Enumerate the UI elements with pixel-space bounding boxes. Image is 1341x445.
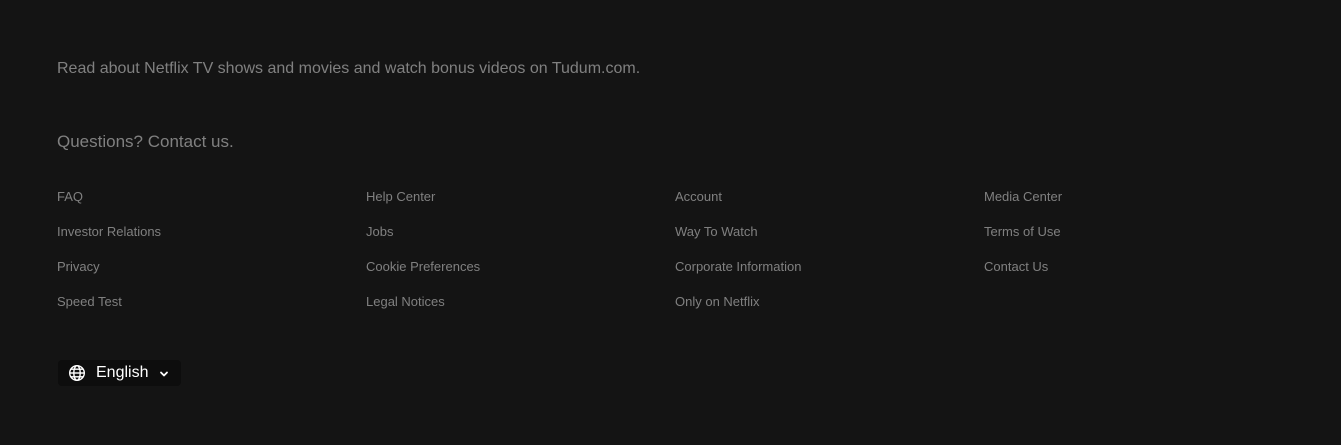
footer-link-legal-notices[interactable]: Legal Notices: [366, 294, 445, 310]
footer-link-media-center[interactable]: Media Center: [984, 189, 1062, 205]
contact-us-link[interactable]: Questions? Contact us.: [57, 131, 234, 153]
footer-link-speed-test[interactable]: Speed Test: [57, 294, 122, 310]
footer-link-way-to-watch[interactable]: Way To Watch: [675, 224, 758, 240]
language-select-label: English: [96, 364, 149, 381]
tudum-promo-text[interactable]: Read about Netflix TV shows and movies a…: [57, 59, 640, 79]
footer-link-terms-of-use[interactable]: Terms of Use: [984, 224, 1061, 240]
footer-link-corporate-information[interactable]: Corporate Information: [675, 259, 801, 275]
footer-link-account[interactable]: Account: [675, 189, 722, 205]
footer-link-help-center[interactable]: Help Center: [366, 189, 435, 205]
chevron-down-icon: [158, 367, 170, 379]
globe-icon: [68, 364, 86, 382]
footer-link-privacy[interactable]: Privacy: [57, 259, 100, 275]
footer-links: FAQ Help Center Account Media Center Inv…: [57, 189, 1297, 329]
footer-link-jobs[interactable]: Jobs: [366, 224, 393, 240]
language-select[interactable]: English: [58, 360, 181, 386]
footer-link-faq[interactable]: FAQ: [57, 189, 83, 205]
footer-link-cookie-preferences[interactable]: Cookie Preferences: [366, 259, 480, 275]
footer-link-contact-us[interactable]: Contact Us: [984, 259, 1048, 275]
footer-link-only-on-netflix[interactable]: Only on Netflix: [675, 294, 760, 310]
footer-link-investor-relations[interactable]: Investor Relations: [57, 224, 161, 240]
